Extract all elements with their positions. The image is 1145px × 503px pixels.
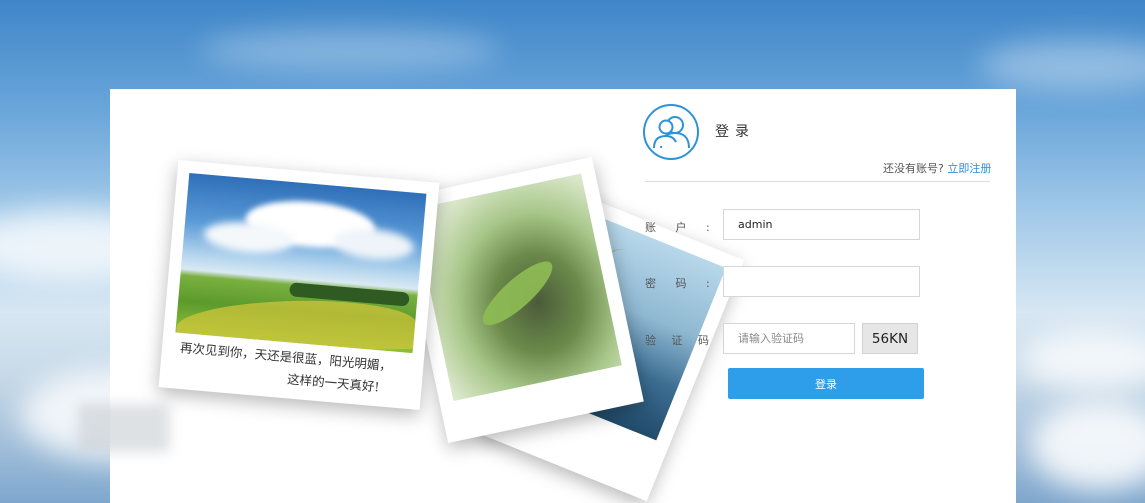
background-cloud	[1020, 330, 1145, 390]
captcha-code[interactable]: 56KN	[862, 323, 918, 354]
account-input[interactable]	[723, 209, 920, 240]
register-link[interactable]: 立即注册	[947, 162, 991, 175]
divider	[645, 181, 990, 182]
photo-landscape-image	[175, 173, 427, 354]
register-prompt-text: 还没有账号?	[883, 162, 944, 175]
captcha-input[interactable]	[723, 323, 855, 354]
login-card: 再次见到你，天还是很蓝，阳光明媚， 这样的一天真好! 登录 还没有账号? 立即注…	[78, 89, 1016, 503]
login-title: 登录	[715, 124, 755, 140]
captcha-label: 验 证 码 :	[645, 334, 735, 347]
register-prompt: 还没有账号? 立即注册	[883, 160, 991, 176]
background-cloud	[1030, 400, 1145, 490]
blurred-watermark	[78, 404, 170, 452]
photo-plant-image	[412, 173, 622, 402]
login-button[interactable]: 登录	[728, 368, 924, 399]
account-label: 账 户 :	[645, 221, 718, 234]
photo-landscape: 再次见到你，天还是很蓝，阳光明媚， 这样的一天真好!	[158, 160, 440, 410]
users-icon	[643, 104, 699, 160]
password-label: 密 码 :	[645, 277, 718, 290]
background-cloud	[200, 30, 500, 70]
background-cloud	[980, 40, 1145, 90]
password-input[interactable]	[723, 266, 920, 297]
